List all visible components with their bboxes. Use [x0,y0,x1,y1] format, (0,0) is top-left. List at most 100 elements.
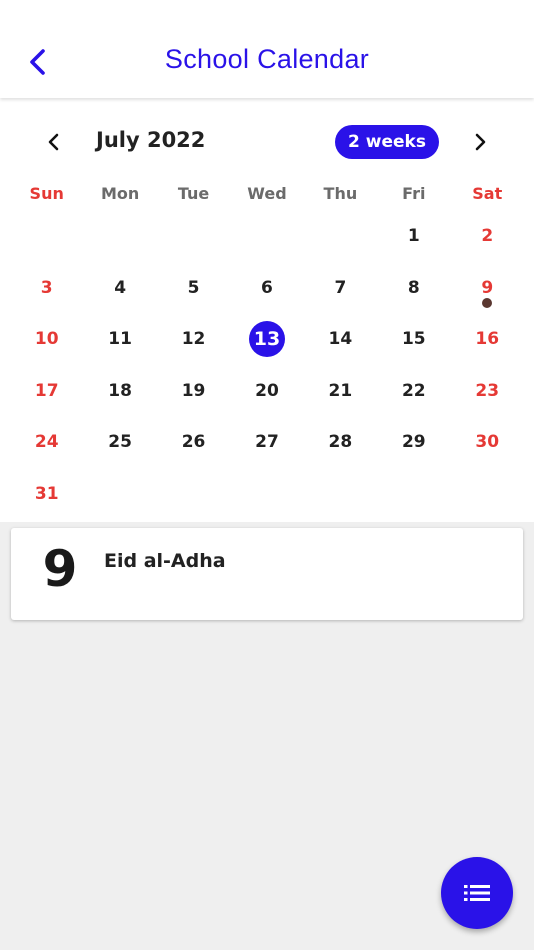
day-number: 1 [407,226,420,246]
calendar-day-25[interactable]: 25 [83,418,156,470]
empty-day-cell [451,470,524,522]
app-bar: School Calendar [0,0,534,98]
calendar-day-2[interactable]: 2 [451,212,524,264]
weekday-label: Tue [177,184,210,203]
day-number: 22 [401,380,426,401]
calendar-week-row: 3 4 5 6 7 8 9 [10,264,524,316]
calendar-day-20[interactable]: 20 [230,367,303,419]
empty-day-cell [304,470,377,522]
calendar-day-9[interactable]: 9 [451,264,524,316]
previous-month-button[interactable] [40,128,68,156]
weekday-label: Fri [402,184,426,203]
calendar-day-5[interactable]: 5 [157,264,230,316]
page-title: School Calendar [164,44,370,74]
empty-day-cell [83,212,156,264]
day-number: 12 [181,329,206,350]
calendar-day-26[interactable]: 26 [157,418,230,470]
day-number: 6 [261,277,273,298]
calendar-day-3[interactable]: 3 [10,264,83,316]
day-number: 27 [255,432,279,453]
calendar-day-10[interactable]: 10 [10,315,83,367]
calendar-day-11[interactable]: 11 [83,315,156,367]
calendar-day-18[interactable]: 18 [83,367,156,419]
list-icon [464,885,490,901]
empty-day-cell [304,212,377,264]
day-number: 10 [34,329,59,350]
calendar-day-19[interactable]: 19 [157,367,230,419]
day-number: 8 [407,277,420,298]
calendar-day-16[interactable]: 16 [451,315,524,367]
event-card[interactable]: 9 Eid al-Adha [11,528,523,620]
event-day-number: 9 [42,540,78,598]
day-number: 25 [108,432,132,453]
day-number: 31 [34,483,59,504]
chevron-left-icon [48,133,59,151]
calendar: July 2022 2 weeks Sun Mon Tue Wed Thu Fri Sat … [0,98,534,522]
day-number: 5 [187,277,200,298]
calendar-day-12[interactable]: 12 [157,315,230,367]
calendar-day-31[interactable]: 31 [10,470,83,522]
day-number: 30 [475,432,500,453]
calendar-week-row: 31 [10,470,524,522]
calendar-day-27[interactable]: 27 [230,418,303,470]
calendar-week-row: 10 11 12 13 14 15 16 [10,315,524,367]
weekday-label: Sun [29,184,64,203]
calendar-week-row: 12 [10,212,524,264]
weekday-label: Mon [100,184,140,203]
next-month-button[interactable] [466,128,494,156]
day-number: 26 [181,432,206,453]
day-number: 14 [328,329,353,350]
empty-day-cell [377,470,450,522]
empty-day-cell [83,470,156,522]
empty-day-cell [157,212,230,264]
day-number: 18 [108,380,132,401]
weekday-header: Sun Mon Tue Wed Thu Fri Sat [10,184,524,208]
day-number: 21 [328,380,353,401]
day-number: 3 [40,277,53,298]
day-number: 19 [181,380,206,401]
calendar-day-6[interactable]: 6 [230,264,303,316]
month-label: July 2022 [96,128,206,152]
calendar-day-29[interactable]: 29 [377,418,450,470]
empty-day-cell [230,212,303,264]
day-number: 15 [401,329,426,350]
day-number: 2 [481,226,494,246]
empty-day-cell [230,470,303,522]
calendar-header: July 2022 2 weeks [0,122,534,162]
day-number: 13 [248,321,285,358]
calendar-day-23[interactable]: 23 [451,367,524,419]
weekday-label: Wed [247,184,287,203]
calendar-day-4[interactable]: 4 [83,264,156,316]
calendar-grid: 1 2 3 4 5 6 7 8 9 10 11 12 13 14 15 16 17 18 19 20 21 22 23 24 2… [10,212,524,522]
calendar-day-8[interactable]: 8 [377,264,450,316]
calendar-day-21[interactable]: 21 [304,367,377,419]
empty-day-cell [157,470,230,522]
empty-day-cell [10,212,83,264]
day-number: 28 [328,432,353,453]
calendar-format-button[interactable]: 2 weeks [335,125,439,159]
event-list-button[interactable] [441,857,513,929]
day-number: 17 [34,380,59,401]
day-number: 29 [401,432,426,453]
chevron-right-icon [475,133,486,151]
weekday-label: Sat [472,184,503,203]
calendar-day-13[interactable]: 13 [230,315,303,367]
weekday-label: Thu [323,184,358,203]
calendar-week-row: 24 25 26 27 28 29 30 [10,418,524,470]
calendar-day-14[interactable]: 14 [304,315,377,367]
calendar-day-15[interactable]: 15 [377,315,450,367]
calendar-day-28[interactable]: 28 [304,418,377,470]
day-number: 4 [114,277,127,298]
day-number: 7 [334,277,347,298]
calendar-day-17[interactable]: 17 [10,367,83,419]
calendar-day-7[interactable]: 7 [304,264,377,316]
day-number: 11 [108,329,132,350]
event-title: Eid al-Adha [104,550,226,572]
calendar-week-row: 17 18 19 20 21 22 23 [10,367,524,419]
day-number: 23 [475,380,500,401]
calendar-day-1[interactable]: 1 [377,212,450,264]
event-marker-dot [482,297,493,308]
calendar-day-24[interactable]: 24 [10,418,83,470]
calendar-day-30[interactable]: 30 [451,418,524,470]
calendar-day-22[interactable]: 22 [377,367,450,419]
